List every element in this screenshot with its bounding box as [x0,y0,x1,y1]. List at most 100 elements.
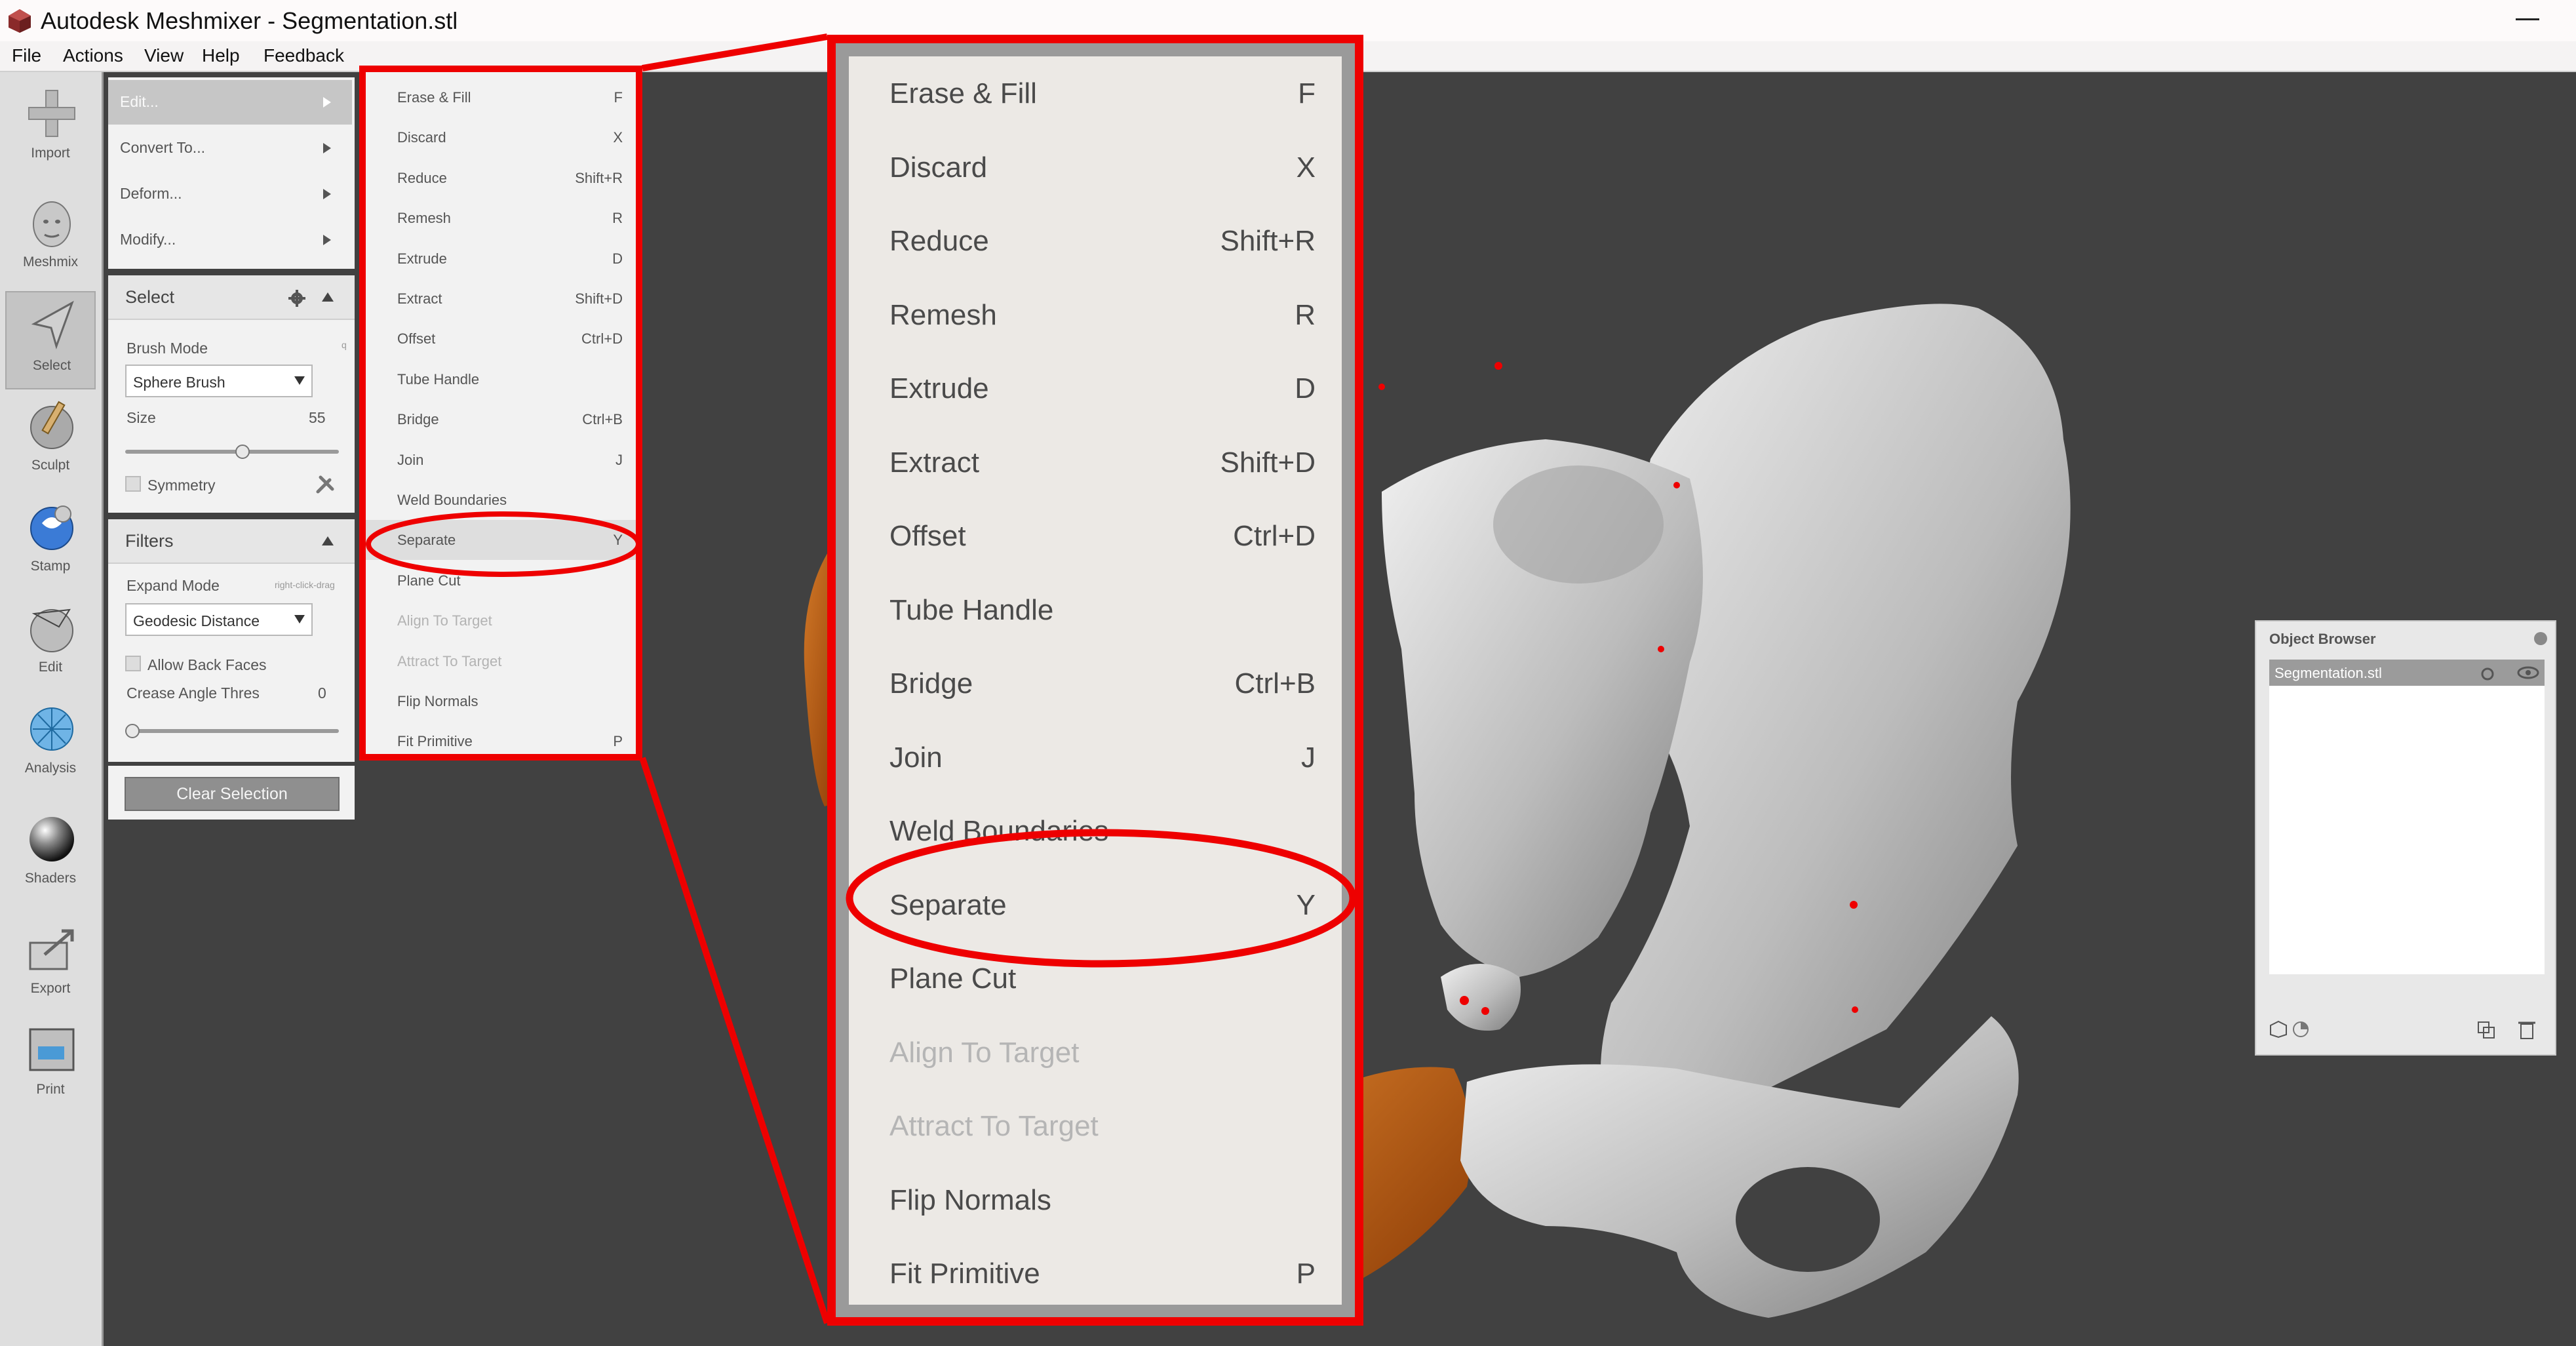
menu-help[interactable]: Help [202,45,240,66]
zoom-menu-item-label: Discard [889,151,988,184]
menu-item-label: Fit Primitive [397,733,473,750]
zoom-menu-item-plane-cut[interactable]: Plane Cut [849,941,1342,1015]
tool-analysis[interactable]: Analysis [5,695,96,793]
object-browser-panel: Object Browser Segmentation.stl [2255,620,2556,1056]
menu-item-erase-fill[interactable]: Erase & Fill F [366,77,636,117]
tool-label: Sculpt [31,458,70,473]
zoom-menu-item-flip-normals[interactable]: Flip Normals [849,1163,1342,1237]
cursor-arrow-icon [31,300,74,349]
printer-icon [29,1028,75,1071]
tool-edit[interactable]: Edit [5,594,96,692]
menu-item-label: Weld Boundaries [397,492,507,508]
menu-item-label: Extrude [397,250,447,267]
zoom-menu-item-label: Remesh [889,298,997,331]
object-row[interactable]: Segmentation.stl [2269,660,2545,686]
edit-sphere-icon [30,608,73,652]
zoom-menu-item-fit-primitive[interactable]: Fit Primitive P [849,1237,1342,1310]
tool-import[interactable]: Import [5,80,96,178]
analysis-sphere-icon [30,707,73,751]
menu-item-reduce[interactable]: Reduce Shift+R [366,158,636,198]
menu-item-label: Flip Normals [397,693,478,709]
zoom-menu-item-shortcut: Y [1296,888,1316,921]
zoomed-edit-menu-callout: Erase & Fill F Discard X Reduce Shift+R Remesh… [827,35,1363,1326]
menu-item-shortcut: Y [613,532,623,549]
tool-shaders[interactable]: Shaders [5,805,96,903]
cube-icon[interactable] [2269,1020,2288,1039]
menu-file[interactable]: File [12,45,41,66]
menu-item-label: Erase & Fill [397,89,471,106]
trash-icon[interactable] [2517,1019,2537,1040]
zoom-menu-item-offset[interactable]: Offset Ctrl+D [849,499,1342,572]
menu-item-flip-normals[interactable]: Flip Normals [366,681,636,721]
zoom-menu-item-remesh[interactable]: Remesh R [849,278,1342,351]
zoom-menu-item-bridge[interactable]: Bridge Ctrl+B [849,646,1342,720]
menu-item-shortcut: F [614,89,623,106]
zoom-menu-item-label: Reduce [889,225,989,257]
menu-item-extrude[interactable]: Extrude D [366,239,636,279]
zoom-menu-item-discard[interactable]: Discard X [849,130,1342,204]
selection-marker [1481,1007,1489,1015]
zoom-menu-item-shortcut: J [1301,741,1316,774]
meshmixer-logo-icon [9,9,31,33]
menu-item-plane-cut[interactable]: Plane Cut [366,561,636,601]
zoom-menu-item-label: Extrude [889,372,989,405]
close-icon[interactable] [2534,632,2547,645]
minimize-button[interactable] [2516,18,2539,20]
pivot-icon[interactable] [2479,665,2496,681]
zoom-menu-item-shortcut: R [1295,298,1316,331]
selection-marker [1852,1006,1858,1013]
zoom-menu-item-label: Align To Target [889,1036,1080,1069]
tool-meshmix[interactable]: Meshmix [5,189,96,287]
menu-view[interactable]: View [144,45,184,66]
menu-item-tube-handle[interactable]: Tube Handle [366,359,636,399]
tool-label: Meshmix [22,254,78,269]
edit-dropdown-menu: Erase & Fill F Discard X Reduce Shift+R Remesh… [359,66,642,761]
tool-label: Stamp [30,559,71,574]
menu-item-remesh[interactable]: Remesh R [366,198,636,238]
menu-item-shortcut: Ctrl+D [581,330,623,347]
zoom-menu-item-extrude[interactable]: Extrude D [849,351,1342,425]
zoom-menu-item-attract-to-target: Attract To Target [849,1089,1342,1162]
object-browser-title: Object Browser [2269,631,2376,647]
menu-item-label: Plane Cut [397,572,461,589]
menu-item-weld-boundaries[interactable]: Weld Boundaries [366,480,636,520]
menu-actions[interactable]: Actions [63,45,123,66]
menu-item-bridge[interactable]: Bridge Ctrl+B [366,399,636,439]
zoom-menu-item-shortcut: Shift+R [1220,225,1316,257]
zoom-menu-item-tube-handle[interactable]: Tube Handle [849,573,1342,646]
head-icon [33,201,71,247]
tool-label: Import [31,146,70,161]
zoom-menu-item-extract[interactable]: Extract Shift+D [849,426,1342,499]
zoom-menu-item-join[interactable]: Join J [849,721,1342,794]
window-title: Autodesk Meshmixer - Segmentation.stl [41,7,458,34]
tool-label: Edit [38,660,63,675]
zoom-menu-item-label: Join [889,741,943,774]
eye-icon[interactable] [2517,665,2539,681]
zoom-menu-item-separate[interactable]: Separate Y [849,868,1342,941]
menu-item-fit-primitive[interactable]: Fit Primitive P [366,721,636,761]
menu-item-shortcut: D [612,250,623,267]
menu-item-label: Bridge [397,411,439,428]
menu-item-extract[interactable]: Extract Shift+D [366,279,636,319]
zoom-menu-item-align-to-target: Align To Target [849,1016,1342,1089]
tool-stamp[interactable]: Stamp [5,493,96,591]
duplicate-icon[interactable] [2476,1020,2496,1040]
zoom-menu-item-erase-fill[interactable]: Erase & Fill F [849,56,1342,130]
tool-print[interactable]: Print [5,1016,96,1115]
shader-sphere-icon [29,817,74,861]
zoom-menu-item-weld-boundaries[interactable]: Weld Boundaries [849,794,1342,867]
menu-item-join[interactable]: Join J [366,440,636,480]
zoom-menu-item-reduce[interactable]: Reduce Shift+R [849,204,1342,277]
tool-select[interactable]: Select [5,291,96,389]
menu-item-offset[interactable]: Offset Ctrl+D [366,319,636,359]
menu-item-separate[interactable]: Separate Y [366,520,636,561]
zoom-menu-item-label: Plane Cut [889,962,1017,995]
tool-sculpt[interactable]: Sculpt [5,392,96,490]
menu-item-label: Remesh [397,210,451,227]
zoom-menu-item-shortcut: X [1296,151,1316,184]
pie-icon[interactable] [2292,1020,2310,1039]
menu-item-label: Join [397,451,424,468]
tool-export[interactable]: Export [5,915,96,1014]
menu-feedback[interactable]: Feedback [263,45,344,66]
menu-item-discard[interactable]: Discard X [366,117,636,157]
